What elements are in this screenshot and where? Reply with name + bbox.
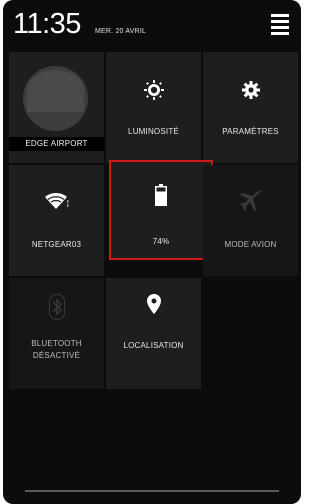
profile-tile[interactable]: EDGE AIRPORT — [9, 52, 104, 163]
profile-label: EDGE AIRPORT — [9, 137, 104, 151]
battery-label: 74% — [152, 237, 170, 246]
clock-time: 11:35 — [13, 8, 81, 40]
bluetooth-icon — [48, 294, 65, 320]
wifi-label: NETGEAR03 — [31, 240, 82, 249]
hamburger-menu-icon[interactable] — [271, 14, 289, 36]
wifi-tile[interactable]: NETGEAR03 — [9, 165, 104, 276]
gear-icon — [241, 81, 260, 99]
avatar — [23, 66, 88, 131]
airplane-mode-tile[interactable]: MODE AVION — [203, 165, 298, 276]
location-label: LOCALISATION — [123, 341, 184, 350]
brightness-tile[interactable]: LUMINOSITÉ — [106, 52, 201, 163]
status-header: 11:35 MER. 20 AVRIL — [3, 0, 301, 50]
wifi-icon — [44, 192, 68, 209]
location-tile[interactable]: LOCALISATION — [106, 278, 201, 389]
quick-settings-panel: 11:35 MER. 20 AVRIL EDGE AIRPORT LUMINOS… — [3, 0, 301, 504]
brightness-label: LUMINOSITÉ — [128, 127, 179, 136]
bluetooth-tile[interactable]: BLUETOOTH DÉSACTIVÉ — [9, 278, 104, 389]
bluetooth-label-line1: BLUETOOTH — [31, 339, 82, 348]
bluetooth-label-line2: DÉSACTIVÉ — [32, 351, 81, 360]
date-label: MER. 20 AVRIL — [95, 28, 147, 35]
sun-icon — [143, 80, 164, 100]
location-pin-icon — [146, 294, 161, 314]
settings-tile[interactable]: PARAMÈTRES — [203, 52, 298, 163]
battery-tile[interactable]: 74% — [109, 160, 213, 260]
drag-handle[interactable] — [25, 490, 279, 492]
battery-icon — [155, 184, 167, 206]
airplane-icon — [239, 190, 261, 211]
settings-label: PARAMÈTRES — [222, 127, 279, 136]
airplane-mode-label: MODE AVION — [224, 240, 277, 249]
